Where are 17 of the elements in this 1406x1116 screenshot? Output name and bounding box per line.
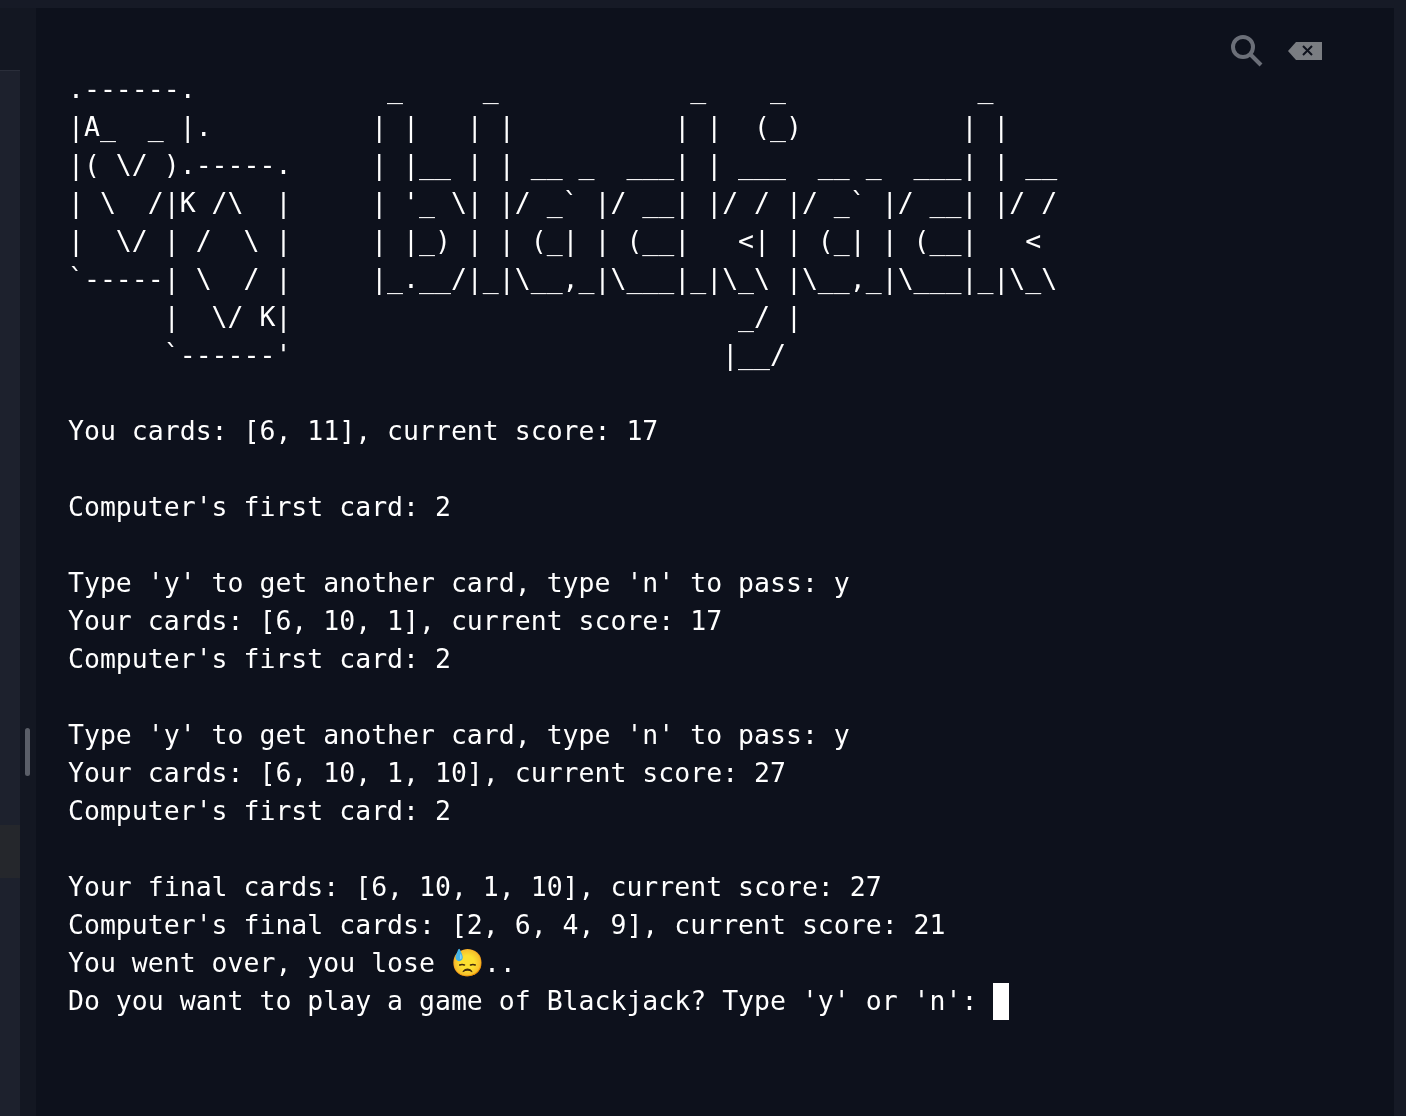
output-line: Computer's final cards: [2, 6, 4, 9], current score: 21	[68, 908, 946, 942]
search-icon[interactable]	[1230, 34, 1264, 68]
output-line: Your cards: [6, 10, 1, 10], current score: 27	[68, 756, 786, 790]
output-line: Your cards: [6, 10, 1], current score: 17	[68, 604, 723, 638]
scrollbar-thumb[interactable]	[25, 728, 30, 776]
banner-text: .------. _ _ _ _ _ |A_ _ |. | | | | | | (_) | | |( \/ ).-----. | |__ | | __ _ ___| | ___ __ _ ___| | __ | \ /|K /\ | | '_ \| |/ _` |/ __| |/ / |/ _` |/ __| |/ / | \/ | / \ | | |_) | | (_| | (__| <| | (_| | (__| < `-----| \ / | |_.__/|_|\__,_|\___|_|\_\ |\__,_|\___|_|\_\ | \/ K| _/ | `------' |__/	[68, 72, 1058, 373]
output-line: You went over, you lose 😓..	[68, 946, 516, 980]
output-line: Computer's first card: 2	[68, 794, 451, 828]
text-cursor	[993, 982, 1010, 1020]
prompt-line: Do you want to play a game of Blackjack? Type 'y' or 'n':	[68, 984, 979, 1018]
output-line: Type 'y' to get another card, type 'n' to pass: y	[68, 566, 850, 600]
clear-icon[interactable]	[1288, 42, 1322, 60]
output-line: You cards: [6, 11], current score: 17	[68, 414, 659, 448]
output-line: Your final cards: [6, 10, 1, 10], current score: 27	[68, 870, 882, 904]
output-line: Computer's first card: 2	[68, 642, 451, 676]
output-line: Type 'y' to get another card, type 'n' to pass: y	[68, 718, 850, 752]
output-line: Computer's first card: 2	[68, 490, 451, 524]
